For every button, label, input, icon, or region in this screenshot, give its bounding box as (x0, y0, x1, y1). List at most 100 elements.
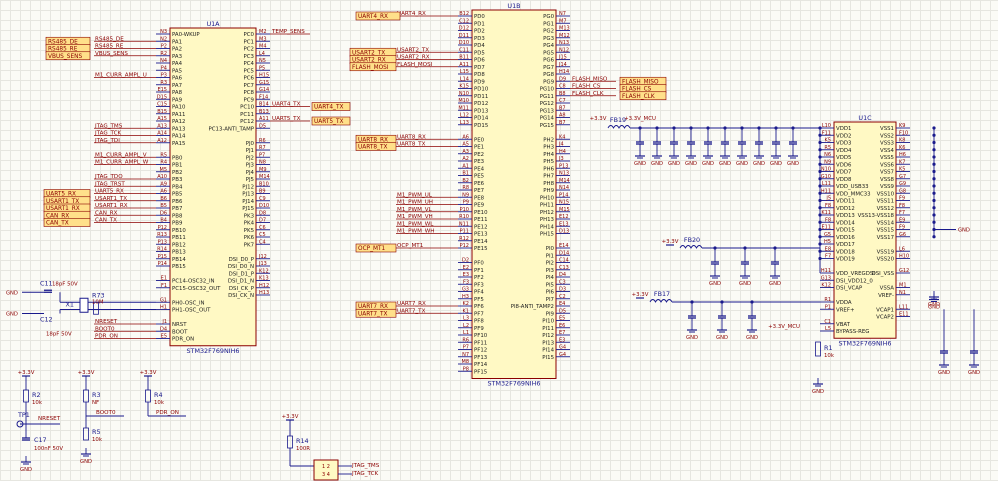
pin-number: G8 (899, 188, 906, 194)
pin-number: P15 (158, 254, 167, 260)
pin-name: VSS14 (877, 220, 895, 226)
pin-name: PK5 (244, 228, 254, 234)
pin-name: PA11 (172, 112, 185, 118)
power-label: +3.3V (662, 239, 679, 245)
net-label-flash_clk: FLASH_CLK (572, 91, 604, 97)
pin-name: PE13 (474, 232, 488, 238)
pin-number: D6 (160, 210, 167, 216)
port-label-uart4_tx: UART4_TX (314, 105, 343, 111)
net-label-pdr: PDR_ON (156, 410, 179, 416)
pin-name: DSI_CK_N (228, 293, 254, 299)
pin-number: E11 (899, 312, 909, 318)
pin-number: A1 (462, 163, 469, 169)
pin-number: G5 (824, 232, 831, 238)
pin-name: PA3 (172, 54, 182, 60)
pin-name: PF15 (474, 369, 487, 375)
pin-name: PI6 (546, 290, 555, 296)
net-label-flash_mosi: FLASH_MOSI (397, 62, 433, 68)
pin-number: P14 (158, 261, 167, 267)
net-label-uart4_rx: UART4_RX (397, 11, 426, 17)
pin-number: G7 (899, 174, 906, 180)
pin-name: DSI_CK_P (229, 286, 255, 292)
pin-name: PB15 (172, 264, 186, 270)
net-label-m1_curr_ampl_v: M1_CURR_AMPL_V (95, 152, 147, 158)
pin-number: E8 (825, 246, 831, 252)
pin-name: VSS3 (880, 141, 894, 147)
gnd-label: GND (6, 312, 18, 318)
net-label-m1_curr_ampl_w: M1_CURR_AMPL_W (95, 160, 149, 166)
val-r5: 10k (92, 437, 103, 443)
pin-name: PD12 (474, 101, 488, 107)
pin-number: C9 (259, 196, 266, 202)
power-label: +3.3V_MCU (624, 116, 656, 122)
pin-number: K5 (825, 138, 831, 144)
pin-name: PI14 (542, 348, 554, 354)
pin-name: PF4 (474, 290, 484, 296)
pin-number: M15 (559, 207, 570, 213)
pin-name: PC2 (244, 47, 254, 53)
pin-name: PG15 (540, 123, 554, 129)
pin-name: PB1 (172, 163, 182, 169)
pin-name: PE0 (474, 137, 485, 143)
pin-name: VSS13-VSS18 (858, 213, 895, 219)
pin-name: VSS12 (877, 206, 894, 212)
pin-number: G13 (821, 275, 831, 281)
pin-number: F3 (463, 279, 469, 285)
pin-name: PH4 (543, 152, 554, 158)
pin-name: PB7 (172, 206, 182, 212)
pin-name: PC7 (244, 83, 254, 89)
pin-number: R2 (160, 51, 167, 57)
pin-name: PI2 (546, 261, 554, 267)
pin-number: D7 (259, 218, 266, 224)
pin-number: M8 (462, 359, 470, 365)
pin-number: L11 (822, 181, 831, 187)
pin-number: C6 (259, 225, 266, 231)
pin-number: M1 (899, 283, 907, 289)
pin-name: PE12 (474, 224, 488, 230)
pin-name: VDD6 (836, 162, 852, 168)
pin-number: G3 (462, 287, 469, 293)
ref-r5: R5 (92, 428, 101, 436)
gnd-label: GND (787, 161, 799, 167)
pin-name: PH5 (543, 159, 554, 165)
pin-number: A5 (462, 142, 469, 148)
pin-name: PC1 (244, 39, 254, 45)
net-label-uart5_tx: UART5_TX (272, 116, 301, 122)
pin-name: VDD14 (836, 220, 855, 226)
pin-number: C14 (559, 258, 569, 264)
pin-name: PC0 (244, 32, 255, 38)
pin-name: VSS10 (877, 191, 895, 197)
junction-dot (818, 213, 822, 217)
pin-name: PH2 (543, 137, 554, 143)
pin-number: A12 (157, 138, 167, 144)
pin-name: PI1 (546, 253, 554, 259)
junction-dot (818, 235, 822, 239)
pin-name: PG5 (543, 50, 554, 56)
pin-number: R12 (459, 236, 469, 242)
pin-name: PD6 (474, 58, 485, 64)
pin-name: VSS2 (880, 133, 894, 139)
ferrite-bead (679, 245, 703, 249)
pin-number: E12 (559, 214, 569, 220)
junction-dot (818, 206, 822, 210)
pin-number: E11 (821, 225, 831, 231)
pin-number: D8 (259, 210, 266, 216)
pin-name: PD15 (474, 123, 488, 129)
pin-name: PI12 (542, 333, 554, 339)
pin-number: F8 (825, 217, 831, 223)
net-label-rs485_de: RS485_DE (95, 36, 124, 42)
resistor-body (83, 389, 89, 403)
pin-name: PE3 (474, 159, 484, 165)
pin-number: K1 (463, 308, 469, 314)
pin-name: BYPASS-REG (836, 329, 869, 335)
ref-r1: R1 (824, 344, 833, 352)
junction-dot (818, 177, 822, 181)
pin-name: PG7 (543, 65, 554, 71)
net-label-uart4_tx: UART4_TX (272, 102, 301, 108)
pin-number: R5 (160, 152, 167, 158)
pin-number: B8 (559, 91, 566, 97)
pin-number: K4 (559, 134, 565, 140)
pin-name: PI8-ANTI_TAMP2 (511, 304, 554, 310)
junction-dot (932, 191, 936, 195)
pin-number: E3 (559, 337, 565, 343)
